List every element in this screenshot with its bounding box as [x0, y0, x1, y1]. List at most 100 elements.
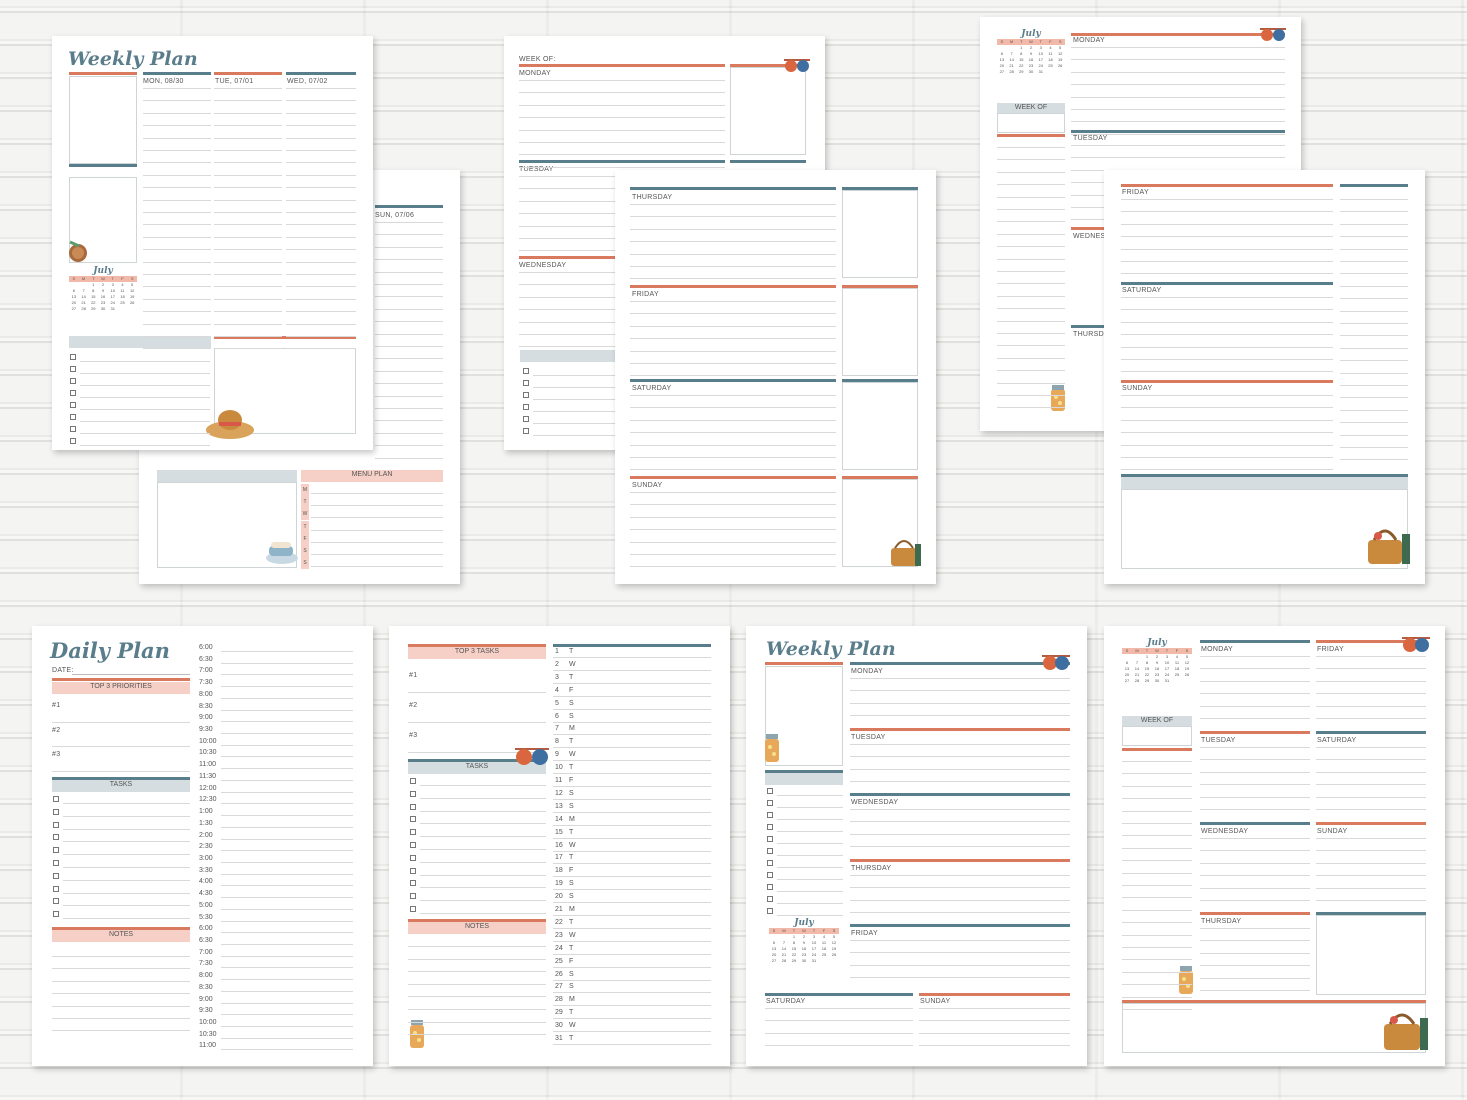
checkbox[interactable]	[410, 906, 416, 912]
week-of-label: WEEK OF:	[519, 56, 556, 63]
checkbox[interactable]	[53, 847, 59, 854]
checkbox[interactable]	[53, 885, 59, 892]
checkbox[interactable]	[53, 860, 59, 866]
time-slot-label: 11:00	[199, 1042, 216, 1050]
checklist-line	[63, 854, 190, 856]
calendar-day[interactable]: 29	[1142, 678, 1152, 684]
calendar-day[interactable]: 27	[1122, 678, 1132, 684]
checkbox[interactable]	[70, 354, 76, 360]
checkbox[interactable]	[767, 872, 773, 878]
checkbox[interactable]	[410, 816, 416, 823]
checkbox[interactable]	[410, 893, 416, 900]
calendar-day[interactable]	[819, 958, 829, 964]
calendar-day[interactable]: 29	[789, 958, 799, 964]
calendar-day[interactable]: 31	[809, 958, 819, 964]
checkbox[interactable]	[767, 884, 773, 890]
checkbox[interactable]	[53, 808, 59, 815]
checkbox[interactable]	[767, 848, 773, 854]
time-slot-label: 1:00	[199, 808, 213, 816]
checklist-line	[533, 375, 623, 376]
ruled-line	[1340, 459, 1408, 461]
checkbox[interactable]	[767, 800, 773, 806]
checkbox[interactable]	[53, 821, 59, 828]
checkbox[interactable]	[410, 880, 416, 887]
calendar-day[interactable]: 30	[1026, 69, 1036, 75]
checkbox[interactable]	[767, 788, 773, 794]
checkbox[interactable]	[70, 426, 76, 432]
monthly-tasks-page: TOP 3 TASKS #1 #2 #3 TASKS NOTES 1T2W3T4…	[389, 626, 730, 1066]
calendar-day[interactable]: 31	[108, 306, 118, 312]
checkbox[interactable]	[53, 898, 59, 905]
checkbox[interactable]	[70, 414, 76, 420]
calendar-day[interactable]: 30	[1152, 678, 1162, 684]
checkbox[interactable]	[767, 860, 773, 866]
checkbox[interactable]	[53, 872, 59, 879]
calendar-day[interactable]	[118, 306, 128, 312]
checkbox[interactable]	[767, 896, 773, 902]
checkbox[interactable]	[410, 829, 416, 836]
day-of-week: W	[569, 660, 576, 668]
checkbox[interactable]	[410, 842, 416, 848]
checkbox[interactable]	[523, 404, 529, 410]
ruled-line	[630, 432, 836, 434]
calendar-day[interactable]: 28	[1132, 678, 1142, 684]
calendar-day[interactable]: 27	[769, 958, 779, 964]
day-number: 7	[555, 725, 559, 733]
calendar-day[interactable]: 28	[1007, 69, 1017, 75]
checkbox[interactable]	[523, 392, 529, 398]
checkbox[interactable]	[70, 438, 76, 444]
checkbox[interactable]	[523, 428, 529, 434]
ruled-line	[997, 320, 1065, 322]
checkbox[interactable]	[767, 836, 773, 842]
calendar-day[interactable]: 27	[69, 306, 79, 312]
checkbox[interactable]	[410, 867, 416, 874]
calendar-day[interactable]	[127, 306, 137, 312]
calendar-day[interactable]: 31	[1162, 678, 1172, 684]
checkbox[interactable]	[767, 908, 773, 914]
ruled-line	[286, 199, 356, 201]
ruled-line	[286, 137, 356, 139]
checkbox[interactable]	[410, 790, 416, 797]
calendar-day[interactable]: 30	[799, 958, 809, 964]
checkbox[interactable]	[53, 796, 59, 802]
calendar-day[interactable]: 29	[88, 306, 98, 312]
ruled-line	[850, 964, 1070, 966]
day-number: 29	[555, 1009, 563, 1017]
checkbox[interactable]	[70, 366, 76, 372]
calendar-day[interactable]	[1046, 69, 1056, 75]
checkbox[interactable]	[767, 824, 773, 830]
calendar-day[interactable]: 30	[98, 306, 108, 312]
checkbox[interactable]	[410, 854, 416, 861]
checkbox[interactable]	[53, 834, 59, 841]
day-of-week: M	[569, 996, 575, 1004]
checkbox[interactable]	[410, 803, 416, 810]
calendar-day[interactable]: 28	[779, 958, 789, 964]
checklist-line	[80, 397, 210, 398]
calendar-day[interactable]	[829, 958, 839, 964]
checkbox[interactable]	[523, 368, 529, 374]
ruled-line	[997, 271, 1065, 272]
ruled-line	[850, 846, 1070, 848]
checkbox[interactable]	[70, 402, 76, 408]
calendar-day[interactable]: 28	[79, 306, 89, 312]
day-number: 5	[555, 699, 559, 707]
ruled-line	[375, 333, 443, 335]
day-number: 9	[555, 751, 559, 759]
calendar-day[interactable]: 27	[997, 69, 1007, 75]
calendar-day[interactable]: 31	[1036, 69, 1046, 75]
checkbox[interactable]	[767, 812, 773, 818]
checkbox[interactable]	[70, 378, 76, 384]
calendar-day[interactable]	[1172, 678, 1182, 684]
checkbox[interactable]	[523, 416, 529, 422]
calendar-day[interactable]: 29	[1016, 69, 1026, 75]
checkbox[interactable]	[523, 380, 529, 386]
menu-day-label: W	[301, 508, 309, 521]
checkbox[interactable]	[70, 390, 76, 396]
ruled-line	[997, 395, 1065, 396]
calendar-day[interactable]	[1055, 69, 1065, 75]
checkbox[interactable]	[410, 778, 416, 784]
checkbox[interactable]	[53, 911, 59, 918]
calendar-day[interactable]	[1182, 678, 1192, 684]
day-number: 1	[555, 648, 559, 655]
day-label-saturday: SATURDAY	[1122, 287, 1162, 294]
